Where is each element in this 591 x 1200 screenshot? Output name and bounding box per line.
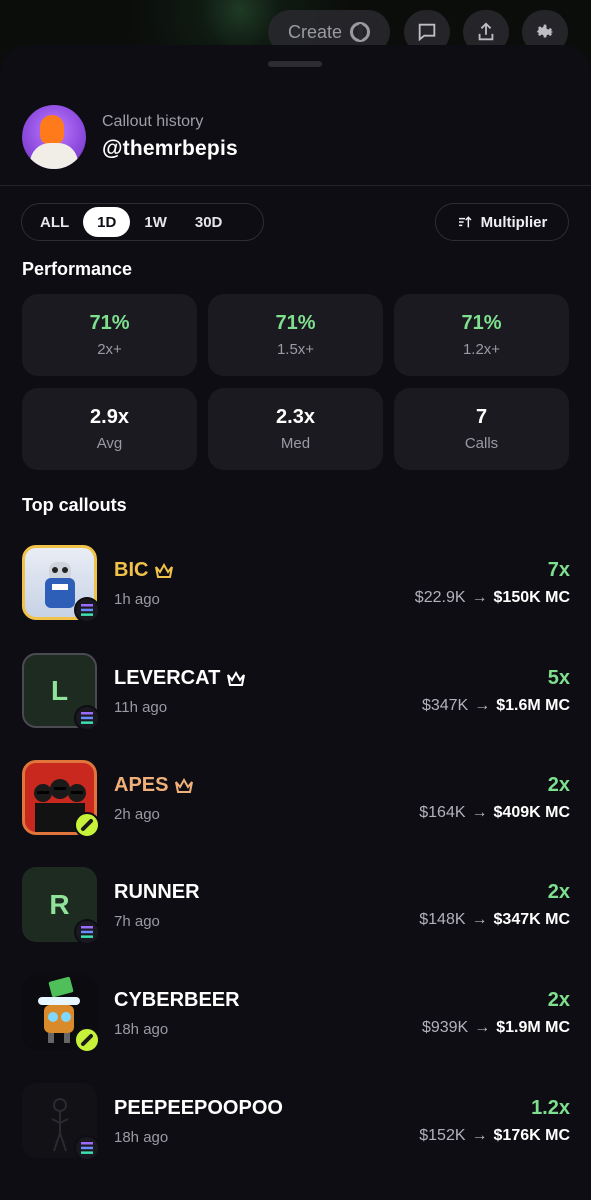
stat-label: 1.5x+ xyxy=(276,341,315,358)
mc-from: $148K xyxy=(419,911,466,928)
mc-from: $347K xyxy=(421,697,469,714)
arrow-right-icon: → xyxy=(471,804,488,821)
stat-value: 7 xyxy=(475,406,488,428)
mc-from: $152K xyxy=(419,1127,466,1144)
chat-icon xyxy=(418,23,436,42)
solana-icon xyxy=(74,919,100,945)
stat-card: 71% 2x+ xyxy=(22,294,197,376)
sort-icon xyxy=(458,216,472,228)
multiplier-label: Multiplier xyxy=(480,213,548,231)
filter-1d[interactable]: 1D xyxy=(83,207,131,237)
token-multiplier: 2x xyxy=(547,881,570,903)
token-time: 18h ago xyxy=(114,1021,169,1038)
stat-card: 71% 1.2x+ xyxy=(394,294,569,376)
market-cap-change: $164K → $409K MC xyxy=(419,804,570,822)
solana-icon xyxy=(74,1135,100,1161)
token-name: BIC xyxy=(114,559,149,581)
token-time: 18h ago xyxy=(114,1129,169,1146)
token-name: CYBERBEER xyxy=(114,989,240,1011)
stat-value: 71% xyxy=(89,312,130,334)
callout-row[interactable]: APES 2h ago 2x $164K → $409K MC xyxy=(22,760,570,838)
mc-to: $1.9M MC xyxy=(496,1019,570,1036)
callout-row[interactable]: BIC 1h ago 7x $22.9K → $150K MC xyxy=(22,545,570,623)
share-icon xyxy=(478,22,494,41)
avatar[interactable] xyxy=(22,105,86,169)
stat-value: 71% xyxy=(461,312,502,334)
token-name: PEEPEEPOOPOO xyxy=(114,1097,283,1119)
stat-label: 1.2x+ xyxy=(462,341,501,358)
callout-history-sheet: Callout history @themrbepis ALL 1D 1W 30… xyxy=(0,45,591,1200)
stat-label: Calls xyxy=(464,435,499,452)
username[interactable]: @themrbepis xyxy=(102,137,238,161)
divider xyxy=(0,185,591,186)
callout-row[interactable]: L LEVERCAT 11h ago 5x $347K → $1.6M MC xyxy=(22,653,570,731)
stat-card: 71% 1.5x+ xyxy=(208,294,383,376)
header-subtitle: Callout history xyxy=(102,113,204,130)
stat-label: Med xyxy=(280,435,311,452)
market-cap-change: $148K → $347K MC xyxy=(419,911,570,929)
arrow-right-icon: → xyxy=(474,1019,491,1036)
callout-row[interactable]: R RUNNER 7h ago 2x $148K → $347K MC xyxy=(22,867,570,945)
pump-icon xyxy=(74,812,100,838)
mc-to: $1.6M MC xyxy=(496,697,570,714)
market-cap-change: $22.9K → $150K MC xyxy=(415,589,570,607)
token-multiplier: 1.2x xyxy=(531,1097,570,1119)
mc-to: $150K MC xyxy=(493,589,570,606)
market-cap-change: $347K → $1.6M MC xyxy=(422,697,570,715)
callout-row[interactable]: CYBERBEER 18h ago 2x $939K → $1.9M MC xyxy=(22,975,570,1053)
profile-header: Callout history @themrbepis xyxy=(22,105,238,169)
stat-label: Avg xyxy=(96,435,123,452)
filter-1w[interactable]: 1W xyxy=(130,207,181,237)
solana-icon xyxy=(74,597,100,623)
top-callouts-title: Top callouts xyxy=(22,495,127,515)
token-name: APES xyxy=(114,774,169,796)
multiplier-sort-button[interactable]: Multiplier xyxy=(435,203,569,241)
stat-card: 2.3x Med xyxy=(208,388,383,470)
token-name: RUNNER xyxy=(114,881,200,903)
mc-to: $176K MC xyxy=(493,1127,570,1144)
mc-to: $409K MC xyxy=(493,804,570,821)
crown-icon xyxy=(155,562,174,578)
stat-value: 2.3x xyxy=(276,406,315,428)
mc-from: $164K xyxy=(419,804,466,821)
create-label: Create xyxy=(287,21,343,42)
arrow-right-icon: → xyxy=(474,697,491,714)
pump-icon xyxy=(74,1027,100,1053)
market-cap-change: $152K → $176K MC xyxy=(419,1127,570,1145)
token-time: 7h ago xyxy=(114,913,160,930)
mc-from: $22.9K xyxy=(414,589,466,606)
token-time: 2h ago xyxy=(114,806,160,823)
filter-30d[interactable]: 30D xyxy=(181,207,237,237)
stat-label: 2x+ xyxy=(97,341,122,358)
performance-title: Performance xyxy=(22,259,133,279)
stat-card: 7 Calls xyxy=(394,388,569,470)
token-time: 11h ago xyxy=(114,699,168,716)
stat-card: 2.9x Avg xyxy=(22,388,197,470)
drag-handle[interactable] xyxy=(268,61,322,67)
token-time: 1h ago xyxy=(114,591,160,608)
token-multiplier: 2x xyxy=(547,774,570,796)
token-multiplier: 7x xyxy=(547,559,570,581)
mc-to: $347K MC xyxy=(493,911,570,928)
gear-icon xyxy=(536,24,554,38)
mc-from: $939K xyxy=(421,1019,469,1036)
solana-icon xyxy=(74,705,100,731)
token-multiplier: 2x xyxy=(547,989,570,1011)
arrow-right-icon: → xyxy=(471,1127,488,1144)
crown-icon xyxy=(175,777,194,793)
arrow-right-icon: → xyxy=(471,589,488,606)
stat-value: 2.9x xyxy=(90,406,129,428)
token-multiplier: 5x xyxy=(547,667,570,689)
time-filter-group: ALL 1D 1W 30D xyxy=(21,203,264,241)
crown-icon xyxy=(227,670,246,686)
market-cap-change: $939K → $1.9M MC xyxy=(422,1019,570,1037)
callout-row[interactable]: PEEPEEPOOPOO 18h ago 1.2x $152K → $176K … xyxy=(22,1083,570,1161)
arrow-right-icon: → xyxy=(471,911,488,928)
create-icon xyxy=(350,22,371,42)
filter-all[interactable]: ALL xyxy=(26,207,83,237)
stat-value: 71% xyxy=(275,312,316,334)
token-name: LEVERCAT xyxy=(114,667,221,689)
